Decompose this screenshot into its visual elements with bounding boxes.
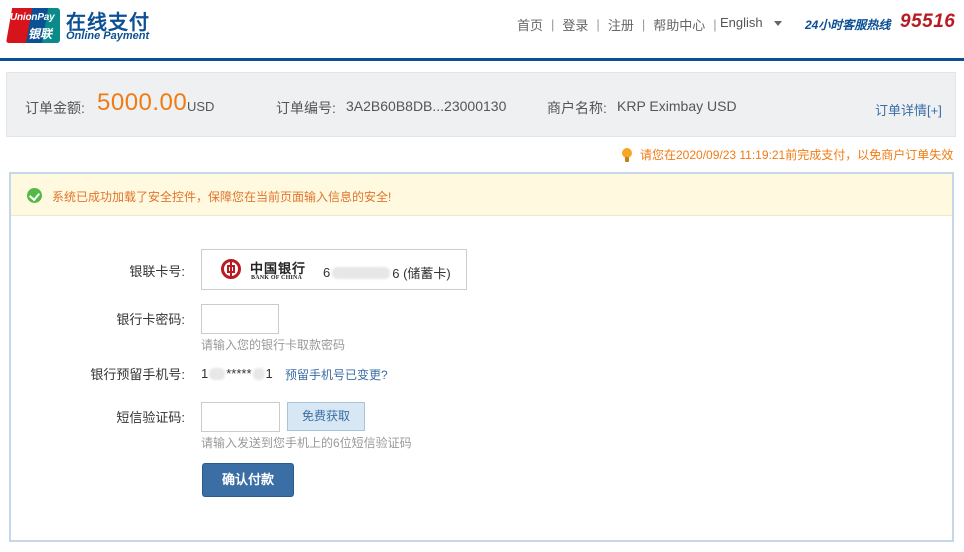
- security-notice: 系统已成功加载了安全控件，保障您在当前页面输入信息的安全!: [11, 174, 952, 216]
- confirm-payment-button[interactable]: 确认付款: [202, 463, 294, 497]
- phone-start: 1: [201, 366, 209, 381]
- hotline-label: 24小时客服热线: [805, 18, 891, 32]
- security-notice-text: 系统已成功加载了安全控件，保障您在当前页面输入信息的安全!: [52, 190, 392, 204]
- chevron-down-icon[interactable]: [774, 21, 782, 26]
- card-number: 6 6 (储蓄卡): [323, 263, 451, 282]
- brand-subtitle: Online Payment: [66, 30, 150, 42]
- nav-separator: |: [551, 17, 555, 32]
- header: UnionPay 银联 在线支付 Online Payment 首页 | 登录 …: [0, 0, 964, 58]
- sms-hint: 请输入发送到您手机上的6位短信验证码: [201, 436, 412, 450]
- sms-code-label: 短信验证码:: [116, 410, 185, 425]
- logo-text-unionpay: UnionPay: [10, 12, 55, 23]
- order-number: 3A2B60B8DB...23000130: [346, 98, 507, 114]
- phone-changed-link[interactable]: 预留手机号已变更?: [285, 366, 388, 383]
- deadline-text: 请您在2020/09/23 11:19:21前完成支付，以免商户订单失效: [640, 148, 954, 162]
- logo-text-yinlian: 银联: [28, 27, 53, 41]
- merchant-name: KRP Eximbay USD: [617, 98, 737, 114]
- order-number-label: 订单编号:: [276, 100, 336, 116]
- order-summary: 订单金额: 5000.00 USD 订单编号: 3A2B60B8DB...230…: [6, 72, 956, 137]
- payment-form-panel: 系统已成功加载了安全控件，保障您在当前页面输入信息的安全! 银联卡号: 中国银行…: [9, 172, 954, 542]
- hotline-number: 95516: [900, 11, 956, 32]
- order-details-link[interactable]: 订单详情[+]: [875, 100, 942, 119]
- card-password-label: 银行卡密码:: [116, 312, 185, 327]
- language-selector[interactable]: English: [720, 15, 763, 30]
- masked-digits: [209, 367, 226, 380]
- card-number-start: 6: [323, 265, 331, 280]
- nav-separator: |: [596, 17, 600, 32]
- payment-deadline: 请您在2020/09/23 11:19:21前完成支付，以免商户订单失效: [622, 146, 953, 163]
- lightbulb-icon: [622, 147, 632, 162]
- header-divider: [0, 58, 964, 61]
- card-password-input[interactable]: [201, 304, 279, 334]
- bank-of-china-icon: [221, 259, 241, 279]
- reserved-phone: 1 ***** 1: [201, 366, 273, 381]
- nav-register-link[interactable]: 注册: [608, 15, 634, 34]
- bank-name-en: BANK OF CHINA: [251, 275, 303, 281]
- nav-help-link[interactable]: 帮助中心: [653, 15, 705, 34]
- nav-separator: |: [641, 17, 646, 32]
- top-nav: 首页 | 登录 | 注册 | 帮助中心 |: [517, 15, 725, 34]
- get-sms-code-button[interactable]: 免费获取: [287, 402, 365, 431]
- card-number-label: 银联卡号:: [129, 264, 185, 279]
- merchant-label: 商户名称:: [547, 100, 607, 116]
- phone-end: 1: [265, 366, 273, 381]
- card-display: 中国银行 BANK OF CHINA 6 6 (储蓄卡): [201, 249, 467, 290]
- check-circle-icon: [27, 188, 42, 203]
- sms-code-input[interactable]: [201, 402, 280, 432]
- reserved-phone-label: 银行预留手机号:: [90, 367, 185, 382]
- order-currency: USD: [187, 99, 215, 114]
- order-amount: 5000.00: [97, 89, 188, 116]
- card-number-end: 6 (储蓄卡): [392, 266, 451, 281]
- order-amount-label: 订单金额:: [25, 100, 85, 116]
- masked-digits: [252, 367, 265, 380]
- phone-middle: *****: [226, 366, 252, 381]
- masked-digits: [332, 266, 391, 279]
- nav-separator: |: [713, 17, 717, 32]
- password-hint: 请输入您的银行卡取款密码: [201, 338, 346, 352]
- unionpay-logo[interactable]: UnionPay 银联: [6, 8, 60, 43]
- nav-login-link[interactable]: 登录: [562, 15, 588, 34]
- nav-home-link[interactable]: 首页: [517, 15, 543, 34]
